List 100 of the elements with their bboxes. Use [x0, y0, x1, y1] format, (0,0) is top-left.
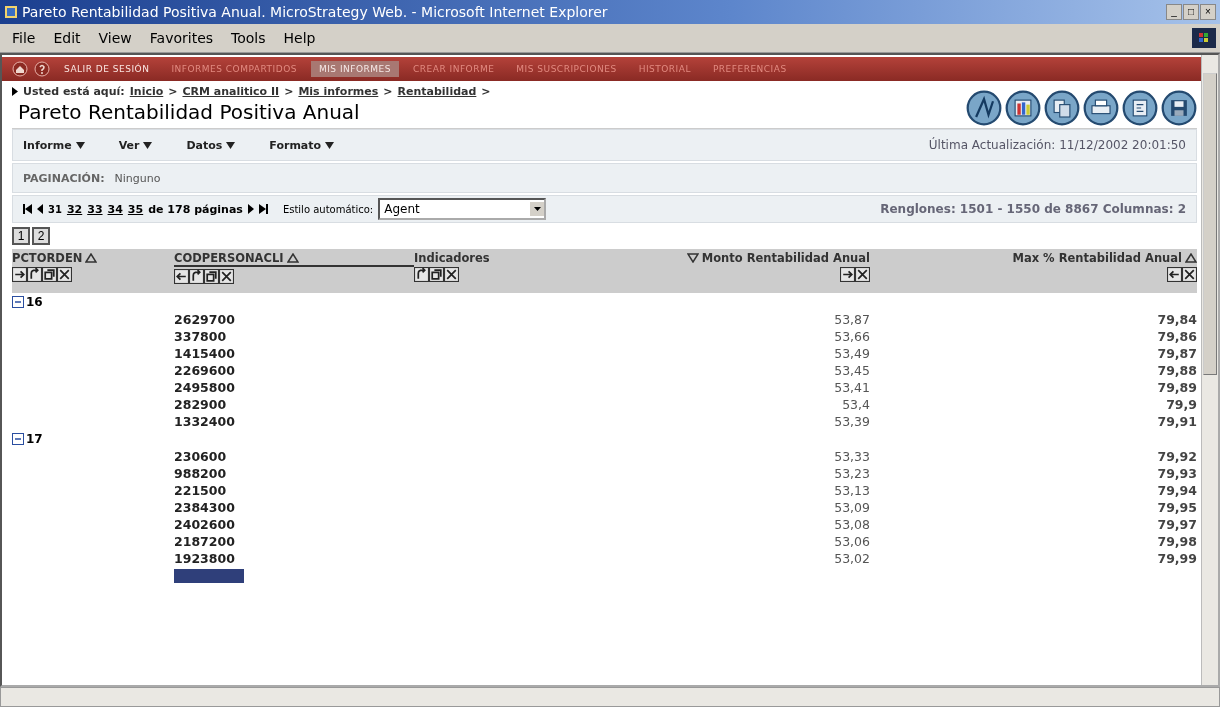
sort-descending-icon[interactable] — [686, 253, 699, 263]
printer-icon[interactable] — [1083, 90, 1119, 126]
caret-icon[interactable] — [533, 207, 541, 211]
page-link[interactable]: 32 — [66, 202, 83, 216]
column-header[interactable]: CODPERSONACLI — [174, 251, 284, 265]
collapse-icon[interactable] — [12, 296, 24, 308]
caret-icon[interactable] — [226, 141, 236, 149]
previous-page-icon[interactable] — [37, 204, 43, 214]
left-arrow-icon[interactable] — [1167, 267, 1182, 282]
report-menu[interactable]: Informe — [23, 138, 72, 152]
last-page-icon[interactable] — [258, 204, 268, 214]
pivot-icon[interactable] — [189, 269, 204, 284]
remove-icon[interactable] — [1182, 267, 1197, 282]
pagination-value: Ninguno — [114, 171, 161, 185]
collapse-icon[interactable] — [12, 433, 24, 445]
next-page-icon[interactable] — [247, 204, 254, 214]
breadcrumb-separator: > — [481, 85, 491, 98]
table-cell-text: 79,84 — [1156, 312, 1197, 327]
group-label: 17 — [26, 432, 43, 446]
pivot-icon[interactable] — [27, 267, 42, 282]
menu-item[interactable]: Edit — [53, 30, 81, 46]
window-control[interactable]: _ — [1166, 4, 1182, 20]
bar-chart-icon[interactable] — [1005, 90, 1041, 126]
level-button[interactable]: 2 — [32, 227, 50, 245]
page-link[interactable]: 33 — [87, 202, 103, 216]
remove-icon[interactable] — [444, 267, 459, 282]
right-arrow-icon[interactable] — [12, 267, 27, 282]
breadcrumb-link[interactable]: Inicio — [129, 85, 164, 98]
menu-item[interactable]: File — [12, 30, 36, 46]
page-link[interactable]: 35 — [127, 202, 144, 216]
window-control[interactable]: × — [1200, 4, 1216, 20]
browser-icon — [4, 5, 18, 19]
table-cell-text: 79,98 — [1156, 534, 1197, 549]
caret-icon[interactable] — [75, 141, 85, 149]
export-icon[interactable] — [1122, 90, 1158, 126]
window-control[interactable]: □ — [1183, 4, 1199, 20]
caret-icon[interactable] — [325, 141, 335, 149]
page-count: de 178 páginas — [148, 202, 243, 216]
table-cell-text: 53,87 — [833, 312, 870, 327]
remove-icon[interactable] — [57, 267, 72, 282]
level-button[interactable]: 1 — [12, 227, 30, 245]
format-icon[interactable] — [42, 267, 57, 282]
menu-item[interactable]: View — [98, 30, 132, 46]
column-header[interactable]: PCTORDEN — [12, 251, 83, 265]
table-cell-text: 53,45 — [833, 363, 870, 378]
table-cell-text: 79,94 — [1156, 483, 1197, 498]
style-label: Estilo automático: — [282, 203, 374, 215]
left-arrow-icon[interactable] — [174, 269, 189, 284]
table-cell-text: 2629700 — [174, 312, 236, 327]
current-page: 31 — [48, 203, 62, 215]
report-menu[interactable]: Ver — [118, 138, 140, 152]
table-cell-text: 230600 — [174, 449, 228, 464]
caret-icon[interactable] — [143, 141, 153, 149]
report-menu[interactable]: Formato — [269, 138, 322, 152]
table-cell-text: 79,91 — [1156, 414, 1197, 429]
breadcrumb-link[interactable]: CRM analitico II — [182, 85, 280, 98]
horizontal-scrollbar[interactable] — [0, 687, 1220, 707]
selection-highlight — [174, 568, 244, 583]
report-menu[interactable]: Datos — [186, 138, 223, 152]
breadcrumb-link[interactable]: Rentabilidad — [397, 85, 477, 98]
remove-icon[interactable] — [219, 269, 234, 284]
home-icon[interactable] — [12, 61, 28, 77]
save-icon[interactable] — [1161, 90, 1197, 126]
column-header[interactable]: Max % Rentabilidad Anual — [1012, 251, 1182, 265]
help-icon[interactable] — [34, 61, 50, 77]
table-cell-text: 2495800 — [174, 380, 236, 395]
table-cell-text: 53,13 — [833, 483, 870, 498]
menu-item[interactable]: Favorites — [149, 30, 214, 46]
style-dropdown[interactable]: Agent — [378, 198, 547, 220]
copy-icon[interactable] — [1044, 90, 1080, 126]
menu-item[interactable]: Help — [283, 30, 316, 46]
breadcrumb-label: Usted está aquí: — [23, 85, 125, 98]
table-cell-text: 79,97 — [1156, 517, 1197, 532]
first-page-icon[interactable] — [23, 204, 32, 214]
table-cell-text: 53,08 — [833, 517, 870, 532]
vertical-scrollbar[interactable] — [1201, 55, 1218, 685]
menu-item[interactable]: Tools — [231, 30, 266, 46]
table-cell-text: 221500 — [174, 483, 228, 498]
pivot-icon[interactable] — [414, 267, 429, 282]
table-cell-text: 79,93 — [1156, 466, 1197, 481]
table-cell-text: 2187200 — [174, 534, 236, 549]
breadcrumb-link[interactable]: Mis informes — [298, 85, 379, 98]
remove-icon[interactable] — [855, 267, 870, 282]
sort-ascending-icon[interactable] — [286, 253, 299, 263]
breadcrumb-separator: > — [383, 85, 393, 98]
column-header[interactable]: Indicadores — [414, 251, 490, 265]
format-icon[interactable] — [204, 269, 219, 284]
table-cell-text: 337800 — [174, 329, 228, 344]
format-icon[interactable] — [429, 267, 444, 282]
page-link[interactable]: 34 — [107, 202, 123, 216]
column-header[interactable]: Monto Rentabilidad Anual — [701, 251, 870, 265]
table-cell-text: 53,39 — [833, 414, 870, 429]
nav-tab[interactable]: SALIR DE SESIÓN — [56, 61, 158, 77]
window-title: Pareto Rentabilidad Positiva Anual. MicroStrategy Web. - Microsoft Internet Explorer — [22, 4, 609, 20]
pen-icon[interactable] — [966, 90, 1002, 126]
right-arrow-icon[interactable] — [840, 267, 855, 282]
report-title: Pareto Rentabilidad Positiva Anual — [18, 100, 360, 124]
sort-ascending-icon[interactable] — [1185, 253, 1197, 263]
rows-info: Renglones: 1501 - 1550 de 8867 Columnas: 2 — [880, 202, 1186, 216]
sort-ascending-icon[interactable] — [85, 253, 98, 263]
